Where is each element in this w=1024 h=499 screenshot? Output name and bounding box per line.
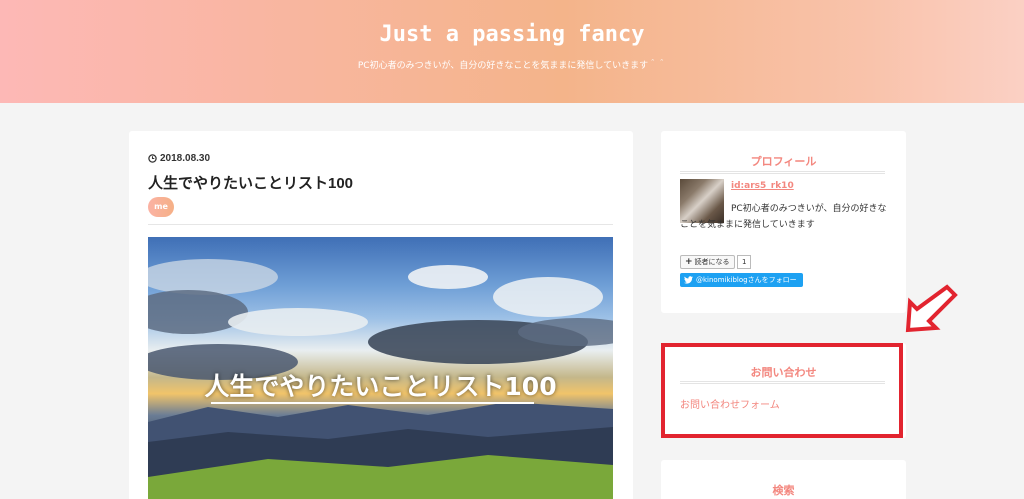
search-heading: 検索 — [772, 484, 795, 497]
site-header: Just a passing fancy PC初心者のみつきいが、自分の好きなこ… — [0, 0, 1024, 103]
post-date: 2018.08.30 — [148, 153, 210, 164]
site-description: PC初心者のみつきいが、自分の好きなことを気ままに発信していきます＾＾ — [357, 61, 667, 71]
hero-title-text: 人生でやりたいことリスト100 — [204, 372, 557, 401]
subscribe-button[interactable]: + 読者になる — [680, 255, 735, 269]
profile-heading-rule — [680, 171, 885, 174]
twitter-follow-label: @kinomikiblogさんをフォロー — [696, 276, 797, 284]
hero-title-underline — [211, 402, 534, 404]
twitter-bird-icon — [684, 276, 693, 284]
profile-bio: PC初心者のみつきいが、自分の好きなことを気ままに発信していきます — [680, 204, 887, 230]
twitter-follow-button[interactable]: @kinomikiblogさんをフォロー — [680, 273, 803, 287]
post-date-text: 2018.08.30 — [160, 153, 211, 164]
annotation-highlight-box — [661, 343, 903, 438]
clock-icon — [148, 154, 157, 163]
post-title[interactable]: 人生でやりたいことリスト100 — [148, 172, 353, 193]
search-widget: 検索 — [661, 460, 906, 499]
hero-image[interactable]: 人生でやりたいことリスト100 — [148, 237, 613, 499]
site-title[interactable]: Just a passing fancy — [0, 22, 1024, 47]
profile-user-id[interactable]: id:ars5_rk10 — [731, 181, 794, 191]
category-badge[interactable]: me — [148, 197, 174, 217]
title-divider — [148, 224, 613, 225]
annotation-arrow-icon — [905, 284, 958, 333]
subscribe-button-label: 読者になる — [694, 258, 730, 266]
plus-icon: + — [685, 257, 693, 267]
profile-widget: プロフィール id:ars5_rk10 PC初心者のみつきいが、自分の好きなこと… — [661, 131, 906, 313]
profile-heading: プロフィール — [750, 155, 817, 168]
subscriber-count: 1 — [737, 255, 752, 269]
article-card: 2018.08.30 人生でやりたいことリスト100 me 人生でやりたいことリ… — [129, 131, 633, 499]
